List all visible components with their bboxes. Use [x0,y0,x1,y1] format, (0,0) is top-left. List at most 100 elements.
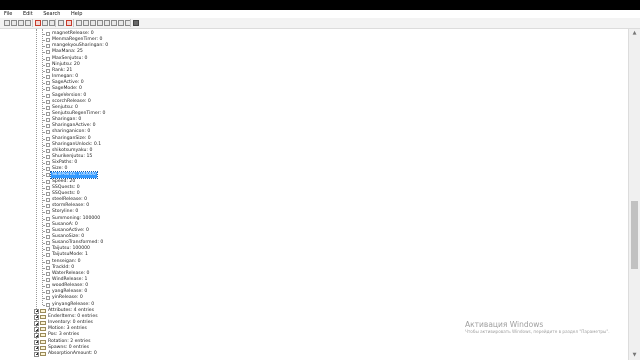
tag-icon [46,167,50,172]
tree-leaf-label: yinyangRelease: 0 [52,301,95,307]
scrollbar-thumb[interactable] [631,201,638,269]
tree-leaf-row[interactable]: SharinganActive: 0 [0,123,600,129]
tag-icon [46,136,50,141]
tool-icon-1[interactable] [76,20,82,26]
nbt-editor-window: File Edit Search Help magnetRelease: 0 Me… [0,10,640,360]
tree-leaf-row[interactable]: TrackId: 0 [0,265,600,271]
tree-leaf-row[interactable]: WindRelease: 1 [0,277,600,283]
new-file-icon[interactable] [4,20,10,26]
tag-icon [46,241,50,246]
tree-group-row[interactable]: Spawns: 0 entries [0,345,600,351]
tree-group-row[interactable]: Attributes: 4 entries [0,308,600,314]
tag-tree[interactable]: magnetRelease: 0 MenmaRegenTimer: 0 mangek… [0,29,628,360]
tree-group-label: Attributes: 4 entries [48,307,94,313]
tag-icon [46,271,50,276]
tool-icon-4[interactable] [97,20,103,26]
edit-icon[interactable] [58,20,64,26]
tree-leaf-label: SkillPoints: 100000 [50,171,98,180]
tag-icon [46,148,50,153]
tag-icon [46,50,50,55]
tag-icon [46,75,50,80]
scroll-up-icon[interactable]: ▲ [631,30,638,37]
remove-icon[interactable] [66,20,72,26]
tree-leaf-row[interactable]: mangekyouSharingan: 0 [0,43,600,49]
tag-icon [46,302,50,307]
tree-leaf-row[interactable]: SixPaths: 0 [0,160,600,166]
tag-icon [46,44,50,49]
folder-icon [40,327,46,332]
menu-search[interactable]: Search [43,10,60,18]
delete-icon[interactable] [35,20,41,26]
tool-icon-5[interactable] [104,20,110,26]
tree-leaf-row[interactable]: MaxSenjutsu: 0 [0,56,600,62]
tree-leaf-row[interactable]: SSQuests: 0 [0,191,600,197]
tree-leaf-row[interactable]: stormRelease: 0 [0,203,600,209]
tree-leaf-row[interactable]: SkillPoints: 100000 [0,171,600,180]
tree-leaf-row[interactable]: Inmegan: 0 [0,74,600,80]
tree-leaf-row[interactable]: yinRelease: 0 [0,295,600,301]
tag-icon [46,155,50,159]
tree-leaf-row[interactable]: SusanoTransformed: 0 [0,240,600,246]
copy-icon[interactable] [42,20,48,26]
tree-scrollbar[interactable]: ▲ ▼ [628,29,640,360]
tool-icon-3[interactable] [90,20,96,26]
tag-icon [46,68,50,73]
tree-leaf-row[interactable]: Speed: 20 [0,179,600,185]
tree-leaf-row[interactable]: shikotsumyaku: 0 [0,148,600,154]
tree-group-row[interactable]: EnderItems: 0 entries [0,314,600,320]
tree-leaf-row[interactable]: Summoning: 100000 [0,216,600,222]
watermark-title: Активация Windows [465,320,544,329]
tree-leaf-row[interactable]: yangRelease: 0 [0,289,600,295]
tree-leaf-row[interactable]: steelRelease: 0 [0,197,600,203]
tag-icon [46,87,50,92]
tree-leaf-row[interactable]: scorchRelease: 0 [0,99,600,105]
tree-leaf-row[interactable]: SageActive: 0 [0,80,600,86]
tree-leaf-label: Storyline: 0 [52,209,79,215]
tool-icon-6[interactable] [111,20,117,26]
tree-leaf-row[interactable]: Taijutsu: 100000 [0,246,600,252]
menu-edit[interactable]: Edit [23,10,33,18]
tree-leaf-row[interactable]: Ninjutsu: 20 [0,62,600,68]
menu-file[interactable]: File [4,10,12,18]
scroll-down-icon[interactable]: ▼ [631,352,638,359]
tree-leaf-row[interactable]: yinyangRelease: 0 [0,302,600,308]
tree-leaf-row[interactable]: SharinganUnlock: 0.1 [0,142,600,148]
tree-leaf-row[interactable]: sharinganicon: 0 [0,129,600,135]
save-all-icon[interactable] [25,20,31,26]
watermark-subtitle: Чтобы активировать Windows, перейдите в … [465,329,610,334]
tree-leaf-row[interactable]: Rank: 21 [0,68,600,74]
tree-group-row[interactable]: AbsorptionAmount: 0 [0,351,600,357]
open-folder-icon[interactable] [11,20,17,26]
tree-leaf-row[interactable]: MaxMana: 25 [0,49,600,55]
tag-icon [46,111,50,116]
tag-icon [46,222,50,227]
expand-plus-icon[interactable] [34,351,39,357]
tree-leaf-row[interactable]: SusanoA: 0 [0,222,600,228]
tree-leaf-row[interactable]: SenjutsuRegenTimer: 0 [0,111,600,117]
tree-leaf-row[interactable]: WaterRelease: 0 [0,271,600,277]
tag-icon [46,99,50,104]
tree-leaf-row[interactable]: SharinganSize: 0 [0,136,600,142]
tree-leaf-row[interactable]: SageMode: 0 [0,86,600,92]
tree-leaf-row[interactable]: SSQuests: 0 [0,185,600,191]
tag-icon [46,247,50,252]
tag-icon [46,265,50,270]
tree-leaf-row[interactable]: SusanoActive: 0 [0,228,600,234]
tag-icon [46,32,50,36]
tree-leaf-label: SusanoActive: 0 [52,227,89,233]
tree-leaf-row[interactable]: Storyline: 0 [0,209,600,215]
grid-icon[interactable] [133,20,139,26]
tool-icon-2[interactable] [83,20,89,26]
tool-icon-7[interactable] [118,20,124,26]
tree-leaf-row[interactable]: SageVersion: 0 [0,93,600,99]
tag-icon [46,124,50,129]
tree-leaf-row[interactable]: woodRelease: 0 [0,283,600,289]
tree-group-row[interactable]: Rotation: 2 entries [0,339,600,345]
tree-leaf-row[interactable]: Senjutsu: 0 [0,105,600,111]
tag-icon [46,179,50,184]
save-icon[interactable] [18,20,24,26]
menu-help[interactable]: Help [71,10,82,18]
tree-leaf-row[interactable]: tenseigan: 0 [0,259,600,265]
tree-leaf-row[interactable]: Shurikenjutsu: 15 [0,154,600,160]
tree-leaf-row[interactable]: TaijutsuMode: 1 [0,252,600,258]
